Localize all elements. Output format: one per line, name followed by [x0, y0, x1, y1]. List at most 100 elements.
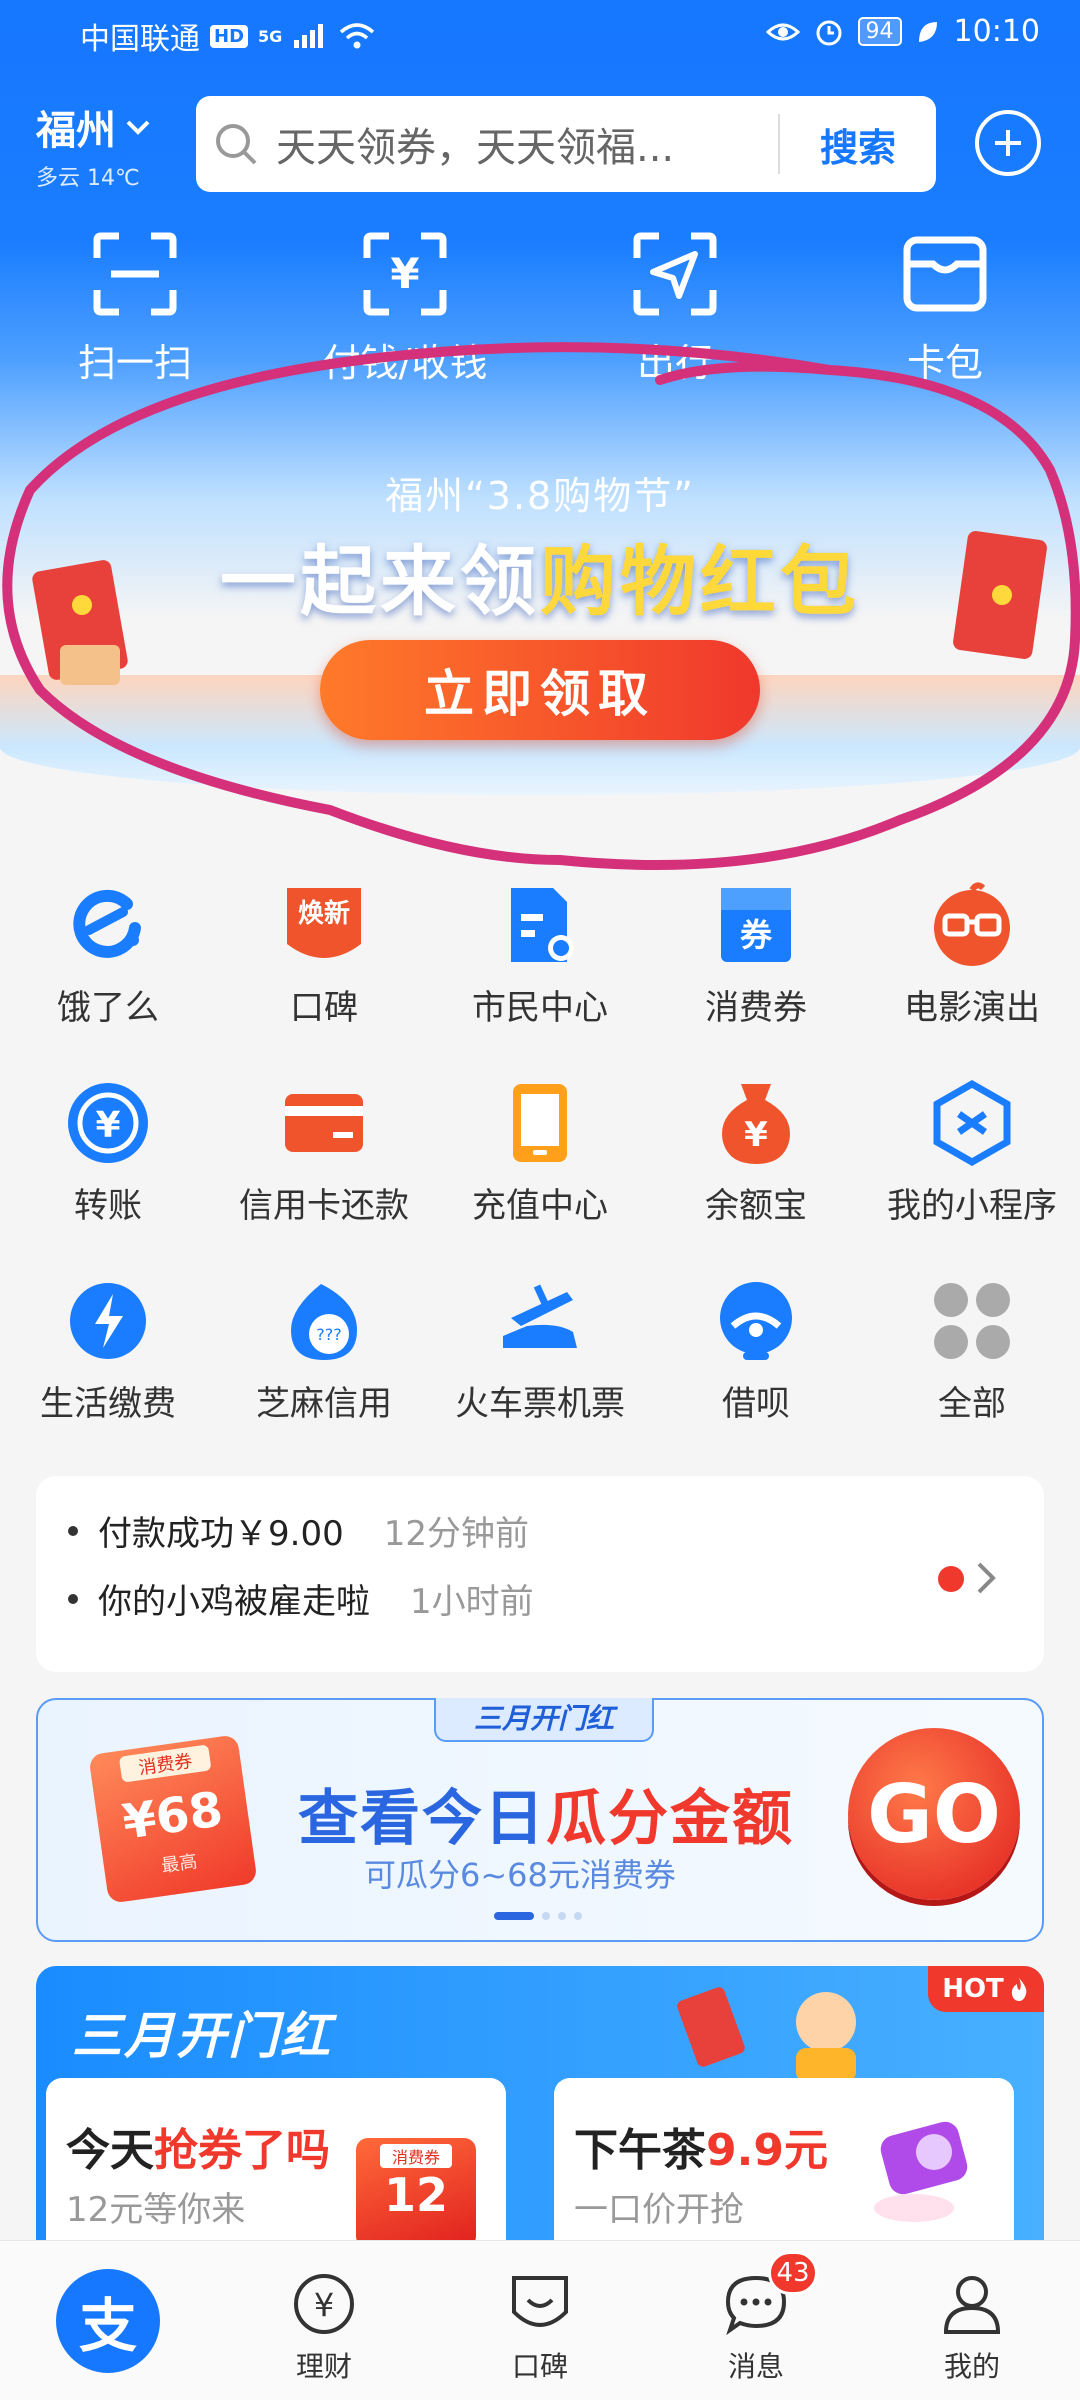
carousel-dots: [494, 1912, 582, 1920]
app-label: 余额宝: [705, 1186, 807, 1226]
svg-text:¥: ¥: [390, 249, 419, 298]
notice-time: 1小时前: [410, 1582, 534, 1622]
quick-label: 出行: [636, 341, 713, 385]
go-button[interactable]: GO: [848, 1728, 1020, 1900]
alarm-icon: [816, 20, 842, 45]
tab-label: 口碑: [511, 2350, 568, 2383]
unread-dot: [938, 1566, 964, 1592]
app-coupon[interactable]: 券 消费券: [648, 880, 864, 1078]
search-button[interactable]: 搜索: [780, 117, 936, 172]
koubei-tab-icon: [505, 2269, 575, 2339]
app-transfer[interactable]: ¥ 转账: [0, 1078, 216, 1276]
app-recharge[interactable]: 充值中心: [432, 1078, 648, 1276]
add-button[interactable]: [975, 110, 1041, 176]
credit-card-icon: [279, 1078, 369, 1168]
all-apps-icon: [927, 1276, 1017, 1366]
march-card-coupon[interactable]: 今天抢券了吗 12元等你来 消费券 12: [46, 2078, 506, 2266]
hot-badge: HOT: [928, 1966, 1044, 2012]
app-koubei[interactable]: 焕新 口碑: [216, 880, 432, 1078]
march-section[interactable]: 三月开门红 HOT 今天抢券了吗 12元等你来 消费券 12 下午茶9.9元 一…: [36, 1966, 1044, 2266]
notice-card[interactable]: 付款成功￥9.00 12分钟前 你的小鸡被雇走啦 1小时前: [36, 1476, 1044, 1672]
app-movie[interactable]: 电影演出: [864, 880, 1080, 1078]
plus-icon: [995, 130, 1021, 156]
app-label: 消费券: [705, 988, 807, 1028]
card-heading-red: 抢券了吗: [154, 2125, 330, 2176]
chevron-right-icon: [977, 1562, 996, 1594]
app-yuebao[interactable]: ¥ 余额宝: [648, 1078, 864, 1276]
coupon-12-graphic: 消费券 12: [356, 2138, 476, 2248]
quick-pay-receive[interactable]: ¥ 付钱/收钱: [270, 228, 540, 388]
card-heading-red: 9.9元: [706, 2125, 828, 2176]
app-label: 全部: [938, 1384, 1006, 1424]
tab-message[interactable]: 消息 43: [648, 2241, 864, 2400]
app-train-plane[interactable]: 火车票机票: [432, 1276, 648, 1474]
card-subtitle: 一口价开抢: [574, 2190, 744, 2230]
banner-title-main: 一起来领: [220, 537, 540, 626]
quick-travel[interactable]: 出行: [540, 228, 810, 388]
app-label: 饿了么: [57, 988, 159, 1028]
tab-home[interactable]: 支: [0, 2241, 216, 2400]
app-label: 电影演出: [904, 988, 1040, 1028]
tab-wealth[interactable]: ¥ 理财: [216, 2241, 432, 2400]
hd-badge: HD: [210, 24, 249, 48]
app-label: 口碑: [290, 988, 358, 1028]
promo-banner[interactable]: 福州“3.8购物节” 一起来领购物红包 立即领取: [0, 405, 1080, 830]
coupon-tag: 消费券: [118, 1744, 212, 1783]
app-label: 信用卡还款: [239, 1186, 409, 1226]
notice-time: 12分钟前: [383, 1514, 529, 1554]
quick-label: 卡包: [906, 341, 983, 385]
card-heading-black: 今天: [66, 2125, 154, 2176]
app-row: 饿了么 焕新 口碑 市民中心 券 消费券 电影演出: [0, 880, 1080, 1078]
notice-row: 你的小鸡被雇走啦 1小时前: [68, 1574, 534, 1623]
quick-card-wallet[interactable]: 卡包: [810, 228, 1080, 388]
banner-title: 一起来领购物红包: [0, 520, 1080, 630]
wifi-icon: [340, 23, 375, 49]
app-utility[interactable]: 生活缴费: [0, 1276, 216, 1474]
banner-title-highlight: 购物红包: [540, 537, 860, 626]
train-plane-icon: [495, 1276, 585, 1366]
status-bar: 中国联通 HD 5G 94 10:10: [0, 0, 1080, 72]
utility-icon: [63, 1276, 153, 1366]
app-credit-card[interactable]: 信用卡还款: [216, 1078, 432, 1276]
app-label: 充值中心: [472, 1186, 608, 1226]
claim-now-button[interactable]: 立即领取: [320, 640, 760, 740]
carousel-dot-active: [494, 1912, 534, 1920]
message-count-badge: 43: [768, 2251, 818, 2295]
march-title: 三月开门红: [72, 2007, 332, 2065]
app-jiebei[interactable]: 借呗: [648, 1276, 864, 1474]
promo-subtitle: 可瓜分6~68元消费券: [364, 1856, 676, 1894]
quick-label: 扫一扫: [77, 341, 192, 385]
app-mini-program[interactable]: 我的小程序: [864, 1078, 1080, 1276]
search-icon: [196, 96, 276, 192]
coupon-icon-text: 券: [740, 916, 773, 954]
app-label: 芝麻信用: [256, 1384, 392, 1424]
search-input[interactable]: 天天领券，天天领福...: [276, 115, 778, 173]
app-sesame-credit[interactable]: ??? 芝麻信用: [216, 1276, 432, 1474]
koubei-icon: 焕新: [279, 880, 369, 970]
search-box[interactable]: 天天领券，天天领福... 搜索: [196, 96, 936, 192]
app-label: 我的小程序: [887, 1186, 1057, 1226]
quick-actions: 扫一扫 ¥ 付钱/收钱 出行 卡包: [0, 228, 1080, 388]
mini-program-icon: [927, 1078, 1017, 1168]
tab-profile[interactable]: 我的: [864, 2241, 1080, 2400]
city-name: 福州: [36, 108, 116, 154]
eye-icon: [765, 23, 800, 40]
quick-label: 付钱/收钱: [322, 341, 488, 385]
pay-receive-icon: ¥: [363, 232, 447, 316]
app-all[interactable]: 全部: [864, 1276, 1080, 1474]
tab-bar: 支 ¥ 理财 口碑 消息 43 我的: [0, 2240, 1080, 2400]
tab-koubei[interactable]: 口碑: [432, 2241, 648, 2400]
svg-text:¥: ¥: [95, 1105, 120, 1146]
city-selector[interactable]: 福州 多云 14℃: [36, 98, 152, 192]
app-citizen-center[interactable]: 市民中心: [432, 880, 648, 1078]
promo-card[interactable]: 三月开门红 消费券 ¥68 最高 查看今日瓜分金额 可瓜分6~68元消费券 GO: [36, 1698, 1044, 1942]
quick-scan[interactable]: 扫一扫: [0, 228, 270, 388]
app-eleme[interactable]: 饿了么: [0, 880, 216, 1078]
carousel-dot: [558, 1912, 566, 1920]
flame-icon: [1011, 1978, 1027, 2001]
promo-tag: 三月开门红: [434, 1698, 654, 1742]
march-card-tea[interactable]: 下午茶9.9元 一口价开抢: [554, 2078, 1014, 2266]
promo-headline-blue: 查看今日: [298, 1784, 546, 1854]
coupon-tag: 消费券: [380, 2144, 452, 2168]
hot-text: HOT: [942, 1974, 1004, 2004]
